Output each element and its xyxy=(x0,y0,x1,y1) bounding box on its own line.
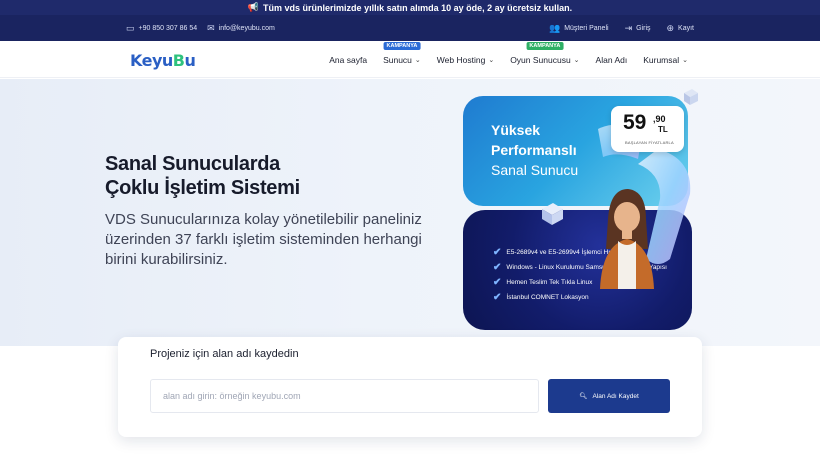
hero-title-line-1: Sanal Sunucularda xyxy=(105,153,280,175)
chevron-down-icon: ⌄ xyxy=(573,56,580,64)
logo[interactable]: Keyu Bu xyxy=(130,49,196,71)
nav-webhosting-label: Web Hosting xyxy=(436,54,486,65)
price-main: 59 xyxy=(623,111,647,134)
search-icon: 🔍︎ xyxy=(579,393,588,400)
promo-line-1: Yüksek xyxy=(491,122,541,138)
logo-text-2: B xyxy=(172,50,185,70)
register-domain-button[interactable]: 🔍︎ Alan Adı Kaydet xyxy=(548,379,670,413)
promo-line-3: Sanal Sunucu xyxy=(491,162,579,178)
nav-game-label: Oyun Sunucusu xyxy=(510,54,571,65)
feature-text: İstanbul COMNET Lokasyon xyxy=(506,294,589,301)
chevron-down-icon: ⌄ xyxy=(414,56,421,64)
chevron-down-icon: ⌄ xyxy=(488,56,495,64)
nav-corporate[interactable]: Kurumsal ⌄ xyxy=(643,55,688,65)
plus-circle-icon: ⊕ xyxy=(666,22,675,33)
nav-home[interactable]: Ana sayfa xyxy=(329,55,367,65)
domain-search-input[interactable] xyxy=(150,379,539,413)
nav-home-label: Ana sayfa xyxy=(329,54,368,65)
nav-webhosting[interactable]: Web Hosting ⌄ xyxy=(437,55,494,65)
email-address: info@keyubu.com xyxy=(218,24,275,32)
main-nav: Ana sayfa KAMPANYA Sunucu ⌄ Web Hosting … xyxy=(329,41,688,78)
chat-icon: ▭ xyxy=(126,22,135,33)
nav-domain[interactable]: Alan Adı xyxy=(596,55,628,65)
promo-headline: Yüksek Performanslı Sanal Sunucu xyxy=(491,120,578,180)
list-item: ✔ İstanbul COMNET Lokasyon xyxy=(493,290,667,305)
nav-corporate-label: Kurumsal xyxy=(643,54,680,65)
nav-game-server[interactable]: KAMPANYA Oyun Sunucusu ⌄ xyxy=(510,41,580,65)
nav-server-label: Sunucu xyxy=(383,54,412,65)
promo-line-2: Performanslı xyxy=(491,142,577,158)
email-link[interactable]: ✉ info@keyubu.com xyxy=(207,22,275,33)
nav-domain-label: Alan Adı xyxy=(595,54,628,65)
feature-text: Hemen Teslim Tek Tıkla Linux xyxy=(506,279,593,286)
customer-panel-link[interactable]: 👥 Müşteri Paneli xyxy=(548,22,609,33)
sign-in-icon: ⇥ xyxy=(624,22,633,33)
domain-search-title: Projeniz için alan adı kaydedin xyxy=(150,348,299,360)
login-link[interactable]: ⇥ Giriş xyxy=(624,22,651,33)
cube-icon xyxy=(684,89,698,105)
register-link[interactable]: ⊕ Kayıt xyxy=(666,22,695,33)
check-icon: ✔ xyxy=(493,277,502,288)
nav-server[interactable]: KAMPANYA Sunucu ⌄ xyxy=(383,41,421,65)
phone-link[interactable]: ▭ +90 850 307 86 54 xyxy=(126,22,198,33)
register-label: Kayıt xyxy=(678,24,694,32)
person-illustration xyxy=(600,189,654,289)
domain-search-card: Projeniz için alan adı kaydedin 🔍︎ Alan … xyxy=(118,337,702,437)
check-icon: ✔ xyxy=(493,292,502,303)
hero-description: VDS Sunucularınıza kolay yönetilebilir p… xyxy=(105,211,422,268)
customer-panel-label: Müşteri Paneli xyxy=(564,24,609,32)
megaphone-icon: 📢 xyxy=(247,2,260,12)
price-cents: ,90 xyxy=(653,114,666,124)
campaign-badge: KAMPANYA xyxy=(526,41,564,50)
campaign-badge: KAMPANYA xyxy=(383,41,421,50)
top-info-bar: ▭ +90 850 307 86 54 ✉ info@keyubu.com 👥 … xyxy=(0,15,820,41)
mail-icon: ✉ xyxy=(207,22,215,33)
price-note: BAŞLAYAN FİYATLARLA xyxy=(625,140,674,145)
announcement-text: Tüm vds ürünlerimizde yıllık satın alımd… xyxy=(263,2,573,13)
hero-title: Sanal Sunucularda Çoklu İşletim Sistemi xyxy=(105,152,300,200)
login-label: Giriş xyxy=(636,24,651,32)
logo-text-3: u xyxy=(184,50,196,70)
cube-icon xyxy=(542,203,563,225)
price-currency: TL xyxy=(658,125,668,134)
phone-number: +90 850 307 86 54 xyxy=(138,24,198,32)
register-domain-label: Alan Adı Kaydet xyxy=(592,392,639,400)
main-header: Keyu Bu Ana sayfa KAMPANYA Sunucu ⌄ Web H… xyxy=(0,41,820,78)
logo-text-1: Keyu xyxy=(130,50,173,70)
announcement-bar: 📢 Tüm vds ürünlerimizde yıllık satın alı… xyxy=(0,0,820,15)
hero-section: Sanal Sunucularda Çoklu İşletim Sistemi … xyxy=(0,79,820,346)
price-tag: 59 ,90 TL BAŞLAYAN FİYATLARLA xyxy=(611,106,684,152)
hero-title-line-2: Çoklu İşletim Sistemi xyxy=(105,177,300,199)
chevron-down-icon: ⌄ xyxy=(682,56,688,64)
check-icon: ✔ xyxy=(493,247,502,258)
users-icon: 👥 xyxy=(548,22,561,33)
check-icon: ✔ xyxy=(493,262,502,273)
